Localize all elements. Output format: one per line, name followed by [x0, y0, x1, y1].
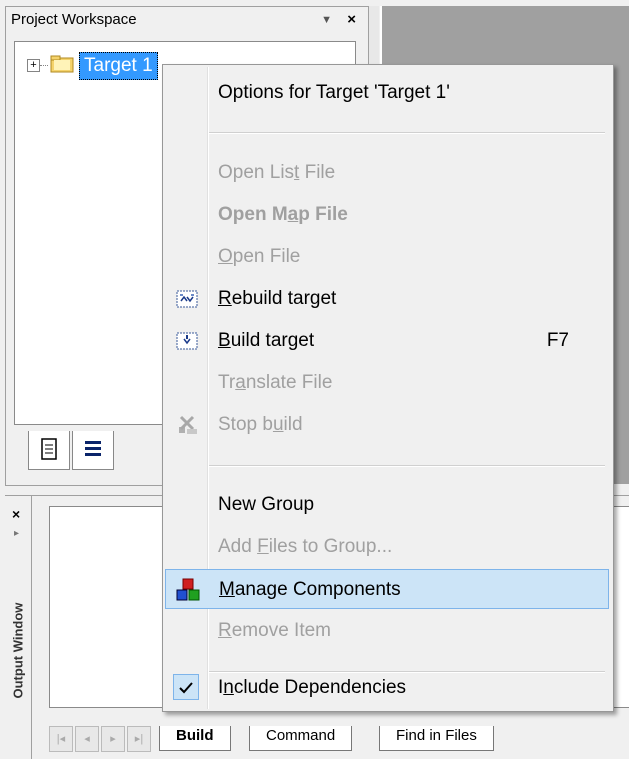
menu-item-rebuild-target[interactable]: Rebuild target	[165, 279, 609, 319]
output-arrow-icon: ▸	[14, 528, 20, 539]
manage-components-icon	[176, 578, 200, 601]
tab-build[interactable]: Build	[159, 726, 231, 751]
menu-item-shortcut: F7	[546, 330, 569, 351]
workspace-close-button[interactable]: ×	[347, 7, 356, 33]
tree-connector	[40, 65, 48, 66]
menu-item-manage-components[interactable]: Manage Components	[165, 569, 609, 609]
workspace-tabs	[14, 431, 154, 471]
tab-find-in-files[interactable]: Find in Files	[379, 726, 494, 751]
files-tab-icon	[41, 438, 57, 460]
menu-item-build-target[interactable]: Build target F7	[165, 321, 609, 361]
output-tab-bar: |◂ ◂ ▸ ▸| Build Command Find in Files	[49, 722, 629, 752]
menu-item-label: New Group	[218, 494, 315, 515]
menu-item-label: Open File	[218, 246, 301, 267]
build-icon	[176, 332, 198, 350]
last-tab-button[interactable]: ▸|	[127, 726, 151, 752]
menu-item-open-list-file[interactable]: Open List File	[165, 153, 609, 193]
books-tab-icon	[85, 441, 101, 456]
menu-item-label: Rebuild target	[218, 288, 337, 309]
workspace-title: Project Workspace	[11, 11, 137, 28]
tree-item-target[interactable]: Target 1	[79, 52, 158, 80]
menu-item-add-files[interactable]: Add Files to Group...	[165, 527, 609, 567]
next-tab-button[interactable]: ▸	[101, 726, 125, 752]
menu-item-label: Build target	[218, 330, 315, 351]
menu-item-label: Options for Target 'Target 1'	[218, 82, 450, 103]
menu-separator	[209, 132, 605, 134]
context-menu: Options for Target 'Target 1' Open List …	[162, 64, 614, 712]
menu-item-include-dependencies[interactable]: Include Dependencies	[165, 668, 609, 708]
menu-item-label: Include Dependencies	[218, 677, 407, 698]
workspace-title-bar: Project Workspace ▼ ×	[6, 7, 368, 33]
stop-build-icon	[179, 415, 197, 434]
menu-item-label: Open Map File	[218, 204, 348, 225]
menu-item-label: Add Files to Group...	[218, 536, 393, 557]
menu-item-label: Translate File	[218, 372, 333, 393]
output-side-bar: × ▸ Output Window	[5, 496, 32, 759]
menu-item-label: Manage Components	[219, 579, 401, 600]
menu-item-open-map-file[interactable]: Open Map File	[165, 195, 609, 235]
menu-item-open-file[interactable]: Open File	[165, 237, 609, 277]
output-window-title: Output Window	[10, 602, 26, 699]
output-close-button[interactable]: ×	[12, 506, 20, 522]
menu-item-new-group[interactable]: New Group	[165, 485, 609, 525]
folder-icon	[50, 55, 74, 73]
menu-item-options[interactable]: Options for Target 'Target 1'	[165, 73, 609, 113]
files-tab[interactable]	[28, 431, 70, 470]
menu-item-remove-item[interactable]: Remove Item	[165, 611, 609, 651]
checkmark-icon	[173, 674, 199, 700]
expand-plus-icon[interactable]: +	[27, 59, 40, 72]
menu-separator	[209, 465, 605, 467]
menu-item-translate-file[interactable]: Translate File	[165, 363, 609, 403]
books-tab[interactable]	[72, 431, 114, 470]
menu-item-label: Stop build	[218, 414, 303, 435]
menu-item-label: Remove Item	[218, 620, 331, 641]
first-tab-button[interactable]: |◂	[49, 726, 73, 752]
menu-item-stop-build[interactable]: Stop build	[165, 405, 609, 445]
prev-tab-button[interactable]: ◂	[75, 726, 99, 752]
menu-item-label: Open List File	[218, 162, 336, 183]
pin-down-icon[interactable]: ▼	[321, 7, 332, 33]
tab-command[interactable]: Command	[249, 726, 353, 751]
rebuild-icon	[176, 290, 198, 308]
